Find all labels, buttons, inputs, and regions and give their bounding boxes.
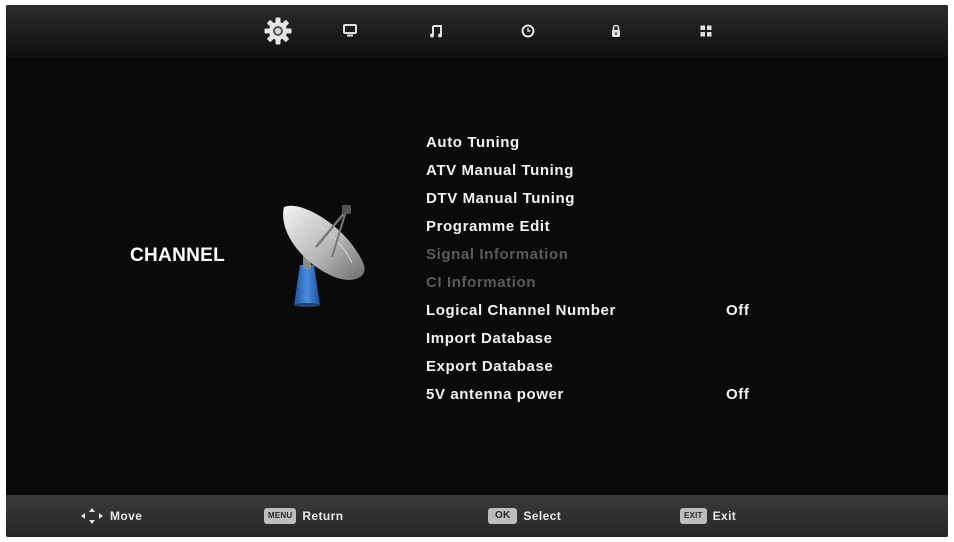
- hint-return: MENU Return: [264, 495, 343, 537]
- clock-icon: [521, 24, 535, 38]
- section-title: CHANNEL: [130, 245, 225, 266]
- menu-item-ci-information: CI Information: [426, 274, 537, 291]
- menu-item-dtv-manual-tuning[interactable]: DTV Manual Tuning: [426, 185, 826, 213]
- hint-select: OK Select: [488, 495, 561, 537]
- logical-channel-number-value: Off: [726, 302, 750, 319]
- hint-exit: EXIT Exit: [680, 495, 736, 537]
- menu-item-logical-channel-number[interactable]: Logical Channel Number Off: [426, 297, 826, 325]
- menu-item-atv-manual-tuning[interactable]: ATV Manual Tuning: [426, 157, 826, 185]
- grid-icon: [700, 25, 712, 37]
- menu-item-auto-tuning[interactable]: Auto Tuning: [426, 129, 826, 157]
- settings-tab-bar: [6, 5, 948, 57]
- monitor-icon: [343, 24, 357, 37]
- menu-item-5v-antenna-power[interactable]: 5V antenna power Off: [426, 381, 826, 409]
- ok-key-badge: OK: [488, 508, 518, 524]
- tab-app[interactable]: [684, 5, 728, 57]
- tab-setup[interactable]: [256, 5, 300, 57]
- key-hint-bar: Move MENU Return OK Select EXIT Exit: [6, 495, 948, 537]
- gear-icon: [264, 17, 292, 45]
- menu-item-import-database[interactable]: Import Database: [426, 325, 826, 353]
- exit-key-badge: EXIT: [680, 508, 707, 524]
- hint-move: Move: [80, 495, 142, 537]
- satellite-dish-icon: [283, 205, 365, 307]
- music-note-icon: [430, 25, 442, 38]
- channel-menu: Auto Tuning ATV Manual Tuning DTV Manual…: [426, 129, 826, 409]
- tab-time[interactable]: [506, 5, 550, 57]
- menu-item-programme-edit[interactable]: Programme Edit: [426, 213, 826, 241]
- tab-picture[interactable]: [328, 5, 372, 57]
- dpad-arrows-icon: [81, 508, 103, 524]
- menu-item-export-database[interactable]: Export Database: [426, 353, 826, 381]
- menu-panel: CHANNEL Auto Tuning ATV Manual Tuning DT…: [6, 57, 948, 495]
- tv-screen: CHANNEL Auto Tuning ATV Manual Tuning DT…: [6, 5, 948, 537]
- tab-lock[interactable]: [594, 5, 638, 57]
- tab-sound[interactable]: [414, 5, 458, 57]
- antenna-power-value: Off: [726, 386, 750, 403]
- lock-icon: [612, 24, 620, 37]
- menu-key-badge: MENU: [264, 508, 297, 524]
- menu-item-signal-information: Signal Information: [426, 246, 569, 263]
